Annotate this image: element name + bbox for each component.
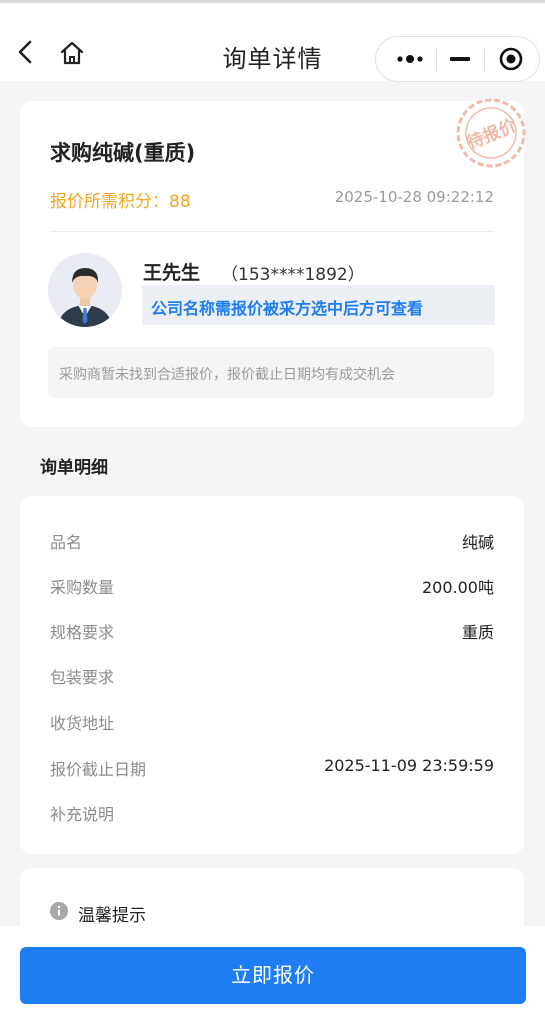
more-dots-icon[interactable]	[386, 37, 434, 81]
detail-row: 报价截止日期 2025-11-09 23:59:59	[50, 756, 494, 780]
navbar: 询单详情	[0, 3, 545, 82]
divider	[50, 231, 494, 232]
detail-label: 品名	[50, 533, 83, 552]
minimize-icon[interactable]	[438, 37, 482, 81]
detail-row: 品名 纯碱	[50, 529, 494, 553]
detail-row: 包装要求	[50, 664, 494, 688]
detail-row: 采购数量 200.00吨	[50, 574, 494, 598]
info-icon	[50, 902, 68, 920]
points-label: 报价所需积分：	[50, 192, 169, 212]
detail-label: 包装要求	[50, 668, 115, 687]
contact-phone: （153****1892）	[221, 265, 365, 285]
detail-row: 收货地址	[50, 710, 494, 734]
request-card: 求购纯碱(重质) 报价所需积分：88 2025-10-28 09:22:12 待…	[20, 98, 526, 427]
detail-value: 纯碱	[461, 533, 494, 552]
mini-program-capsule	[375, 36, 540, 82]
buyer-notice: 采购商暂未找到合适报价，报价截止日期均有成交机会	[48, 347, 494, 398]
points-value: 88	[169, 192, 191, 212]
detail-value: 重质	[461, 623, 494, 642]
bottom-action-bar: 立即报价	[0, 926, 545, 1024]
request-title: 求购纯碱(重质)	[50, 141, 196, 165]
detail-value: 200.00吨	[422, 578, 494, 597]
detail-label: 规格要求	[50, 623, 115, 642]
inquiry-detail-page: 询单详情 求购纯碱(重质) 报价所需积分：88 2025-10-28 09:22…	[0, 0, 545, 1024]
company-hidden-hint: 公司名称需报价被采方选中后方可查看	[142, 285, 495, 325]
detail-label: 收货地址	[50, 714, 115, 733]
avatar	[48, 253, 122, 327]
contact-name: 王先生	[143, 262, 201, 284]
detail-label: 采购数量	[50, 578, 115, 597]
detail-row: 规格要求 重质	[50, 619, 494, 643]
capsule-divider	[436, 49, 437, 71]
section-title-detail: 询单明细	[40, 458, 108, 478]
quote-now-button[interactable]: 立即报价	[20, 947, 526, 1004]
detail-row: 补充说明	[50, 801, 494, 825]
inquiry-detail-card: 品名 纯碱 采购数量 200.00吨 规格要求 重质 包装要求 收货地址 报价截…	[20, 496, 524, 854]
detail-label: 补充说明	[50, 805, 115, 824]
capsule-divider	[484, 49, 485, 71]
target-circle-icon[interactable]	[486, 37, 536, 81]
detail-label: 报价截止日期	[50, 760, 147, 779]
required-points: 报价所需积分：88	[50, 187, 191, 212]
tip-title: 温馨提示	[78, 906, 146, 926]
detail-value: 2025-11-09 23:59:59	[324, 756, 494, 775]
pending-quote-stamp: 待报价	[456, 98, 526, 168]
published-time: 2025-10-28 09:22:12	[334, 188, 494, 206]
